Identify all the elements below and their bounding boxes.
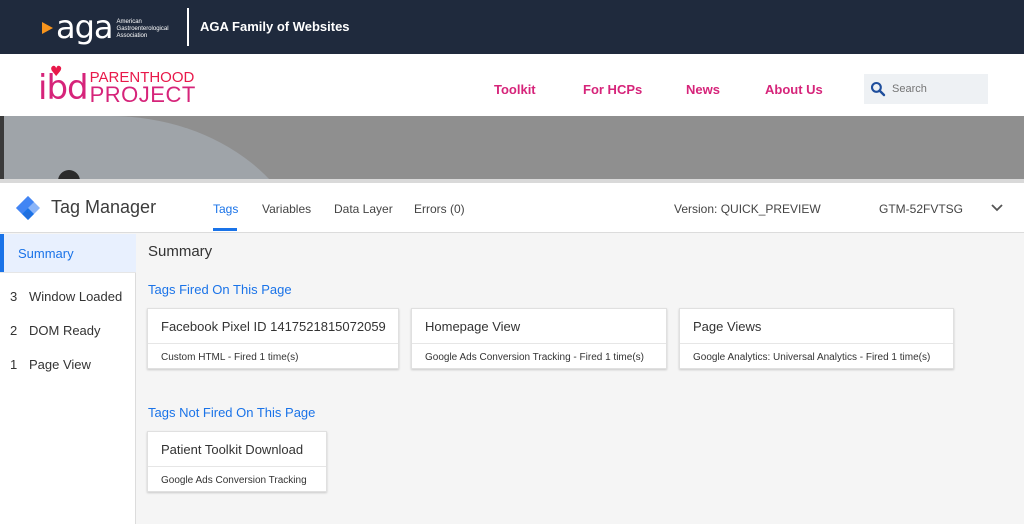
tag-manager-title: Tag Manager	[51, 197, 157, 217]
aga-logo-subtitle: American Gastroenterological Association	[116, 18, 169, 39]
nav-news[interactable]: News	[686, 82, 720, 97]
tags-not-fired-heading: Tags Not Fired On This Page	[148, 405, 316, 420]
site-logo-bottom: PROJECT	[89, 82, 196, 107]
sidebar-item-summary[interactable]: Summary	[0, 234, 136, 272]
sidebar-item-page-view[interactable]: 1 Page View	[10, 357, 91, 372]
tag-card-divider	[412, 343, 666, 344]
aga-top-bar: aga American Gastroenterological Associa…	[0, 0, 1024, 54]
active-tab-indicator	[213, 228, 237, 231]
tab-variables[interactable]: Variables	[262, 202, 311, 216]
sidebar-divider	[0, 272, 136, 273]
tag-card-divider	[680, 343, 953, 344]
event-number: 3	[10, 289, 18, 304]
version-label: Version: QUICK_PREVIEW	[674, 202, 821, 216]
tab-data-layer[interactable]: Data Layer	[334, 202, 393, 216]
container-id: GTM-52FVTSG	[879, 202, 964, 216]
tab-tags[interactable]: Tags	[213, 202, 238, 216]
site-logo-mark-text: ibd	[38, 68, 89, 108]
search-input[interactable]	[892, 83, 988, 95]
tag-card-page-views[interactable]: Page Views Google Analytics: Universal A…	[679, 308, 954, 369]
sidebar-item-window-loaded[interactable]: 3 Window Loaded	[10, 289, 122, 304]
tag-card-homepage-view[interactable]: Homepage View Google Ads Conversion Trac…	[411, 308, 667, 369]
tag-card-divider	[148, 343, 398, 344]
hero-edge	[0, 116, 4, 184]
event-label: DOM Ready	[29, 323, 101, 338]
event-label: Window Loaded	[29, 289, 123, 304]
tag-name: Patient Toolkit Download	[161, 442, 304, 457]
sidebar-item-dom-ready[interactable]: 2 DOM Ready	[10, 323, 101, 338]
aga-family-link[interactable]: AGA Family of Websites	[200, 19, 350, 34]
event-number: 2	[10, 323, 18, 338]
aga-divider	[187, 8, 189, 46]
tag-type: Google Ads Conversion Tracking	[161, 475, 307, 486]
tag-manager-logo-icon	[16, 196, 40, 220]
tag-name: Facebook Pixel ID 1417521815072059	[161, 319, 386, 334]
site-header: ibd ♥ PARENTHOOD PROJECT Toolkit For HCP…	[0, 54, 1024, 116]
tag-status: - Fired 1 time(s)	[856, 352, 931, 363]
event-number: 1	[10, 357, 18, 372]
aga-triangle-icon	[42, 22, 53, 34]
site-search[interactable]	[864, 74, 988, 104]
summary-title: Summary	[148, 243, 213, 260]
tag-detail: Google Analytics: Universal Analytics - …	[693, 352, 930, 363]
tag-status: - Fired 1 time(s)	[570, 352, 644, 363]
hero-shape	[0, 116, 310, 184]
tag-manager-header: Tag Manager Tags Variables Data Layer Er…	[0, 183, 1024, 233]
tag-detail: Google Ads Conversion Tracking - Fired 1…	[425, 352, 644, 363]
event-sidebar: Summary 3 Window Loaded 2 DOM Ready 1 Page …	[0, 234, 136, 524]
tag-name: Homepage View	[425, 319, 521, 334]
tag-type: Custom HTML	[161, 352, 226, 363]
tab-errors[interactable]: Errors (0)	[414, 202, 465, 216]
tags-fired-heading: Tags Fired On This Page	[148, 282, 292, 297]
aga-logo[interactable]: aga American Gastroenterological Associa…	[42, 11, 187, 43]
tag-status: - Fired 1 time(s)	[225, 352, 299, 363]
tag-card-divider	[148, 466, 326, 467]
tag-detail: Google Ads Conversion Tracking	[161, 475, 307, 486]
aga-logo-word: aga	[56, 8, 114, 46]
chevron-down-icon[interactable]	[990, 203, 1004, 213]
tag-name: Page Views	[693, 319, 762, 334]
hero-banner	[0, 116, 1024, 184]
site-logo-mark: ibd ♥	[38, 65, 89, 108]
summary-main: Summary Tags Fired On This Page Facebook…	[137, 234, 1024, 524]
heart-icon: ♥	[50, 64, 63, 80]
tag-type: Google Ads Conversion Tracking	[425, 352, 571, 363]
tag-type: Google Analytics: Universal Analytics	[693, 352, 857, 363]
tag-manager-panel: Tag Manager Tags Variables Data Layer Er…	[0, 179, 1024, 524]
sidebar-item-summary-label: Summary	[18, 246, 74, 261]
nav-toolkit[interactable]: Toolkit	[494, 82, 536, 97]
tag-card-facebook-pixel[interactable]: Facebook Pixel ID 1417521815072059 Custo…	[147, 308, 399, 369]
site-logo-text: PARENTHOOD PROJECT	[89, 70, 196, 107]
nav-for-hcps[interactable]: For HCPs	[583, 82, 642, 97]
search-icon[interactable]	[870, 80, 886, 98]
tag-detail: Custom HTML - Fired 1 time(s)	[161, 352, 298, 363]
nav-about-us[interactable]: About Us	[765, 82, 823, 97]
event-label: Page View	[29, 357, 91, 372]
site-logo[interactable]: ibd ♥ PARENTHOOD PROJECT	[38, 65, 196, 108]
tag-card-patient-toolkit-download[interactable]: Patient Toolkit Download Google Ads Conv…	[147, 431, 327, 492]
